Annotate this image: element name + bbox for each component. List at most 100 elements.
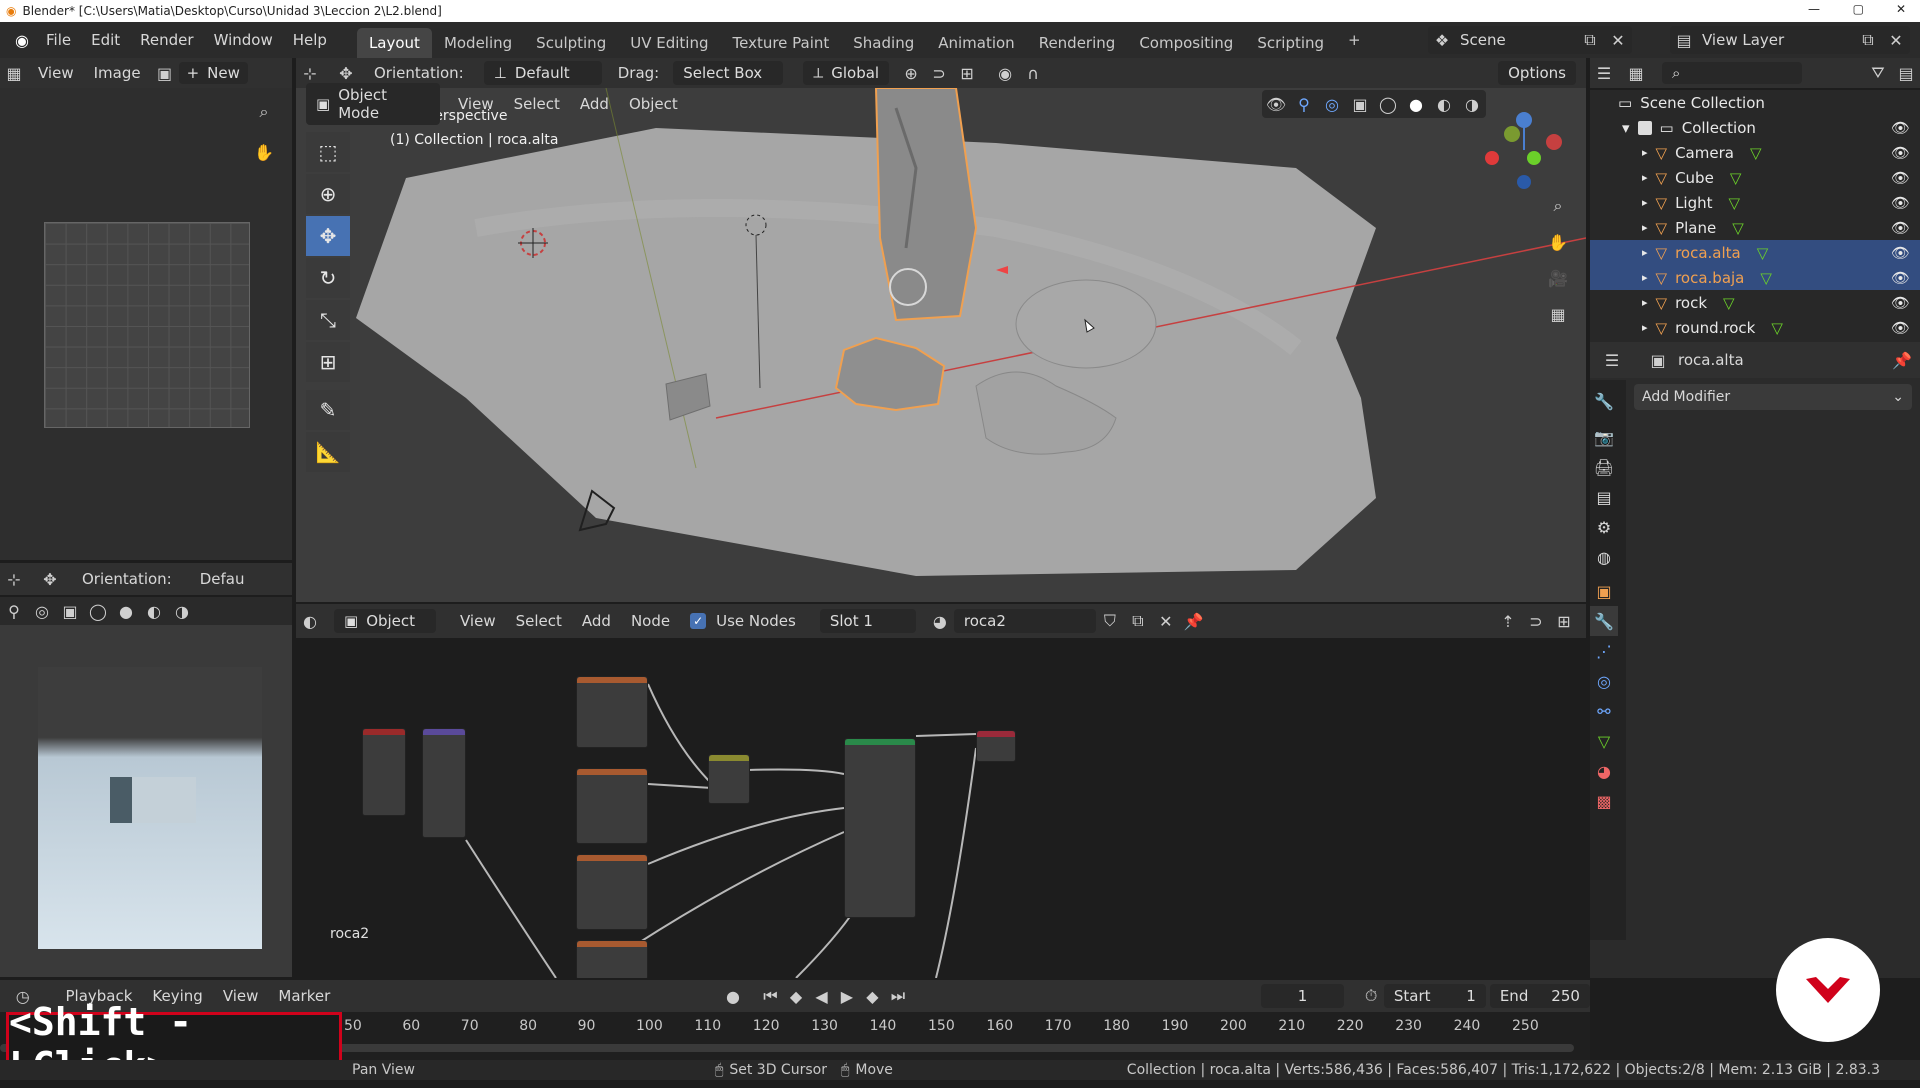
view-layer-tab-icon[interactable]: ▤ [1590, 482, 1618, 512]
drag-dropdown[interactable]: Select Box [673, 61, 784, 85]
eye-icon[interactable]: 👁 [1891, 194, 1910, 212]
viewport-menu-view[interactable]: View [448, 95, 504, 113]
material-name-field[interactable]: roca2 [953, 609, 1096, 633]
image-texture-node-2[interactable] [576, 768, 648, 844]
render-shading-icon[interactable]: ◑ [168, 597, 196, 625]
world-tab-icon[interactable]: ◍ [1590, 542, 1618, 572]
fake-user-icon[interactable]: ⛉ [1096, 607, 1124, 635]
node-menu-add[interactable]: Add [572, 612, 621, 630]
node-object-dropdown[interactable]: ▣ Object [334, 609, 436, 633]
transform-orientation-dropdown[interactable]: ⟂ Global [803, 61, 890, 85]
hand-pan-icon[interactable]: ✋ [250, 138, 278, 166]
tab-animation[interactable]: Animation [926, 28, 1026, 58]
next-keyframe-icon[interactable]: ◆ [860, 982, 885, 1010]
remove-scene-icon[interactable]: ✕ [1604, 26, 1632, 54]
outliner-item-Plane[interactable]: ▸ ▽ Plane ▽ 👁 [1590, 215, 1920, 240]
jump-end-icon[interactable]: ⏭ [885, 982, 910, 1010]
material-browse-icon[interactable]: ◕ [926, 607, 954, 635]
object-tab-icon[interactable]: ▣ [1590, 576, 1618, 606]
orientation-dropdown[interactable]: ⊥ Default [483, 61, 602, 85]
image-texture-node-3[interactable] [576, 854, 648, 930]
collection-checkbox[interactable] [1637, 120, 1652, 135]
navigation-gizmo[interactable] [1482, 108, 1566, 192]
gizmo-toggle-icon[interactable]: ⚲ [0, 597, 28, 625]
collection-row[interactable]: ▾ ▭ Collection 👁 [1590, 115, 1920, 140]
expand-arrow-icon[interactable]: ▸ [1642, 196, 1648, 209]
view-layer-name[interactable]: View Layer [1702, 31, 1784, 49]
image-browse-icon[interactable]: ▣ [151, 59, 179, 87]
output-tab-icon[interactable]: 🖨 [1590, 452, 1618, 482]
outliner-item-Camera[interactable]: ▸ ▽ Camera ▽ 👁 [1590, 140, 1920, 165]
material-tab-icon[interactable]: ◕ [1590, 756, 1618, 786]
node-menu-node[interactable]: Node [621, 612, 680, 630]
viewport-menu-add[interactable]: Add [570, 95, 619, 113]
image-texture-node-1[interactable] [576, 676, 648, 748]
move-tool-icon[interactable]: ✥ [306, 216, 350, 256]
annotate-tool-icon[interactable]: ✎ [306, 390, 350, 430]
texture-tab-icon[interactable]: ▩ [1590, 786, 1618, 816]
filter-icon[interactable]: ⛛ [1864, 59, 1892, 87]
tab-layout[interactable]: Layout [356, 28, 432, 58]
ortho-toggle-icon[interactable]: ▦ [1544, 300, 1572, 328]
solid-icon[interactable]: ● [1402, 90, 1430, 118]
new-image-button[interactable]: + New [178, 62, 248, 84]
scene-tab-icon[interactable]: ⚙ [1590, 512, 1618, 542]
data-tab-icon[interactable]: ▽ [1590, 726, 1618, 756]
maximize-button[interactable]: ▢ [1853, 2, 1864, 16]
remove-view-layer-icon[interactable]: ✕ [1882, 26, 1910, 54]
node-menu-view[interactable]: View [450, 612, 506, 630]
tab-rendering[interactable]: Rendering [1027, 28, 1128, 58]
zoom-icon[interactable]: ⌕ [250, 98, 278, 126]
expand-arrow-icon[interactable]: ▸ [1642, 146, 1648, 159]
preview-range-icon[interactable]: ⏱ [1358, 982, 1383, 1010]
start-frame-field[interactable]: Start 1 [1383, 984, 1486, 1008]
rendered-icon[interactable]: ◑ [1458, 90, 1486, 118]
wire-icon[interactable]: ◯ [1374, 90, 1402, 118]
visibility-icon[interactable]: 👁 [1262, 90, 1290, 118]
new-view-layer-icon[interactable]: ⧉ [1854, 26, 1882, 54]
camera-view-icon[interactable]: 🎥 [1544, 264, 1572, 292]
end-frame-field[interactable]: End 250 [1489, 984, 1590, 1008]
material-output-node[interactable] [976, 730, 1016, 762]
pan-view-icon[interactable]: ✋ [1544, 228, 1572, 256]
transform-gizmo-icon[interactable]: ⊹ [0, 565, 28, 593]
outliner-item-Cube[interactable]: ▸ ▽ Cube ▽ 👁 [1590, 165, 1920, 190]
material-shading-icon[interactable]: ◐ [140, 597, 168, 625]
expand-arrow-icon[interactable]: ▸ [1642, 246, 1648, 259]
pin-properties-icon[interactable]: 📌 [1888, 346, 1916, 374]
options-dropdown[interactable]: Options [1498, 61, 1576, 85]
outliner-search-input[interactable]: ⌕ [1662, 62, 1802, 84]
play-icon[interactable]: ▶ [834, 982, 859, 1010]
image-editor-area[interactable]: ⌕ ✋ [0, 88, 292, 560]
tab-shading[interactable]: Shading [841, 28, 926, 58]
measure-tool-icon[interactable]: 📐 [306, 432, 350, 472]
solid-shading-icon[interactable]: ● [112, 597, 140, 625]
close-button[interactable]: ✕ [1896, 2, 1906, 16]
outliner-item-roca-baja[interactable]: ▸ ▽ roca.baja ▽ 👁 [1590, 265, 1920, 290]
node-snap-mode-icon[interactable]: ⊞ [1550, 607, 1578, 635]
blender-menu-icon[interactable]: ◉ [8, 26, 36, 54]
current-frame-field[interactable]: 1 [1260, 984, 1345, 1008]
tab-scripting[interactable]: Scripting [1245, 28, 1336, 58]
editor-type-icon[interactable]: ▦ [0, 59, 28, 87]
constraints-tab-icon[interactable]: ⚯ [1590, 696, 1618, 726]
menu-render[interactable]: Render [130, 31, 203, 49]
tab-uv-editing[interactable]: UV Editing [618, 28, 720, 58]
falloff-icon[interactable]: ∩ [1019, 59, 1047, 87]
menu-file[interactable]: File [36, 31, 81, 49]
move-icon[interactable]: ✥ [36, 565, 64, 593]
unlink-material-icon[interactable]: ✕ [1152, 607, 1180, 635]
physics-tab-icon[interactable]: ◎ [1590, 666, 1618, 696]
display-mode-icon[interactable]: ▦ [1622, 59, 1650, 87]
wireframe-shading-icon[interactable]: ◯ [84, 597, 112, 625]
color-ramp-node[interactable] [708, 754, 750, 804]
pin-icon[interactable]: 📌 [1180, 607, 1208, 635]
select-box-tool-icon[interactable]: ⬚ [306, 132, 350, 172]
eye-icon[interactable]: 👁 [1891, 144, 1910, 162]
eye-icon[interactable]: 👁 [1891, 244, 1910, 262]
viewport-menu-object[interactable]: Object [619, 95, 688, 113]
viewport-menu-select[interactable]: Select [504, 95, 570, 113]
node-editor-type-icon[interactable]: ◐ [296, 607, 324, 635]
tab-sculpting[interactable]: Sculpting [524, 28, 618, 58]
duplicate-material-icon[interactable]: ⧉ [1124, 607, 1152, 635]
